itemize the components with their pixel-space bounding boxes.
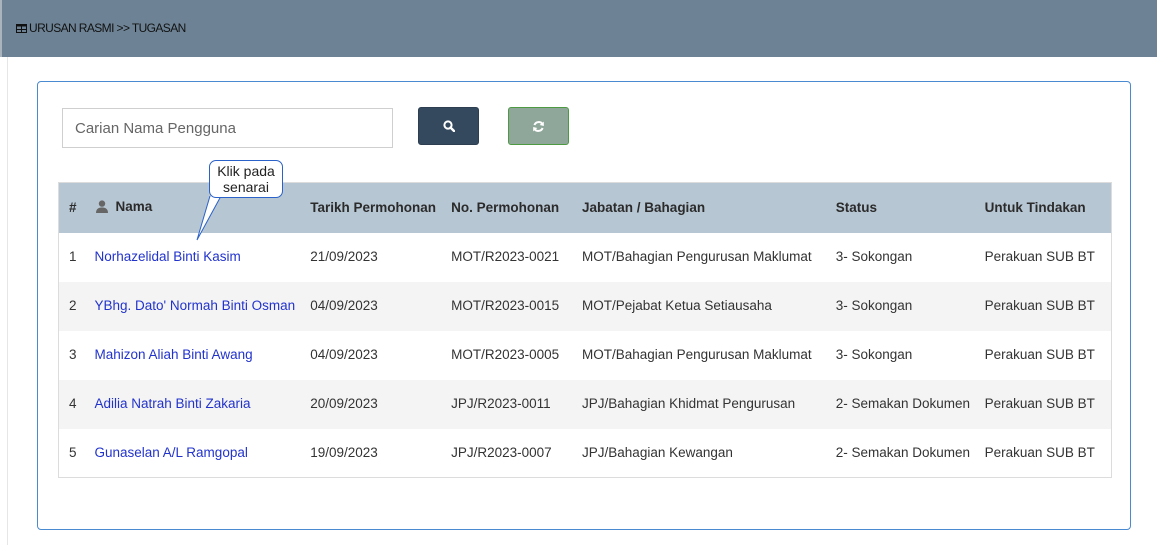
callout-line-1: Klik pada	[217, 163, 275, 179]
cell-status: 2- Semakan Dokumen	[835, 444, 971, 460]
cell-action: Perakuan SUB BT	[984, 249, 1095, 264]
cell-no: 3	[69, 347, 77, 362]
cell-date: 20/09/2023	[310, 396, 378, 411]
cell-name: Mahizon Aliah Binti Awang	[85, 331, 306, 380]
cell-dept: JPJ/Bahagian Kewangan	[582, 444, 733, 460]
table-row[interactable]: 3 Mahizon Aliah Binti Awang 04/09/2023 M…	[59, 331, 1112, 380]
breadcrumb: URUSAN RASMI >> TUGASAN	[16, 21, 186, 35]
header-no: #	[69, 199, 77, 215]
callout-line-2: senarai	[223, 179, 269, 195]
magnifier-icon	[442, 120, 455, 132]
cell-app-no: MOT/R2023-0015	[451, 298, 560, 313]
cell-app-no: MOT/R2023-0005	[451, 347, 560, 362]
cell-name: Gunaselan A/L Ramgopal	[85, 429, 306, 478]
cell-status: 3- Sokongan	[835, 249, 913, 264]
name-link[interactable]: Adilia Natrah Binti Zakaria	[94, 396, 250, 411]
cell-app-no: JPJ/R2023-0007	[451, 444, 552, 460]
cell-dept: JPJ/Bahagian Khidmat Pengurusan	[582, 396, 796, 411]
table-grid-icon	[16, 23, 27, 33]
search-button[interactable]	[418, 107, 479, 145]
breadcrumb-text[interactable]: URUSAN RASMI >> TUGASAN	[29, 21, 186, 35]
cell-app-no: MOT/R2023-0021	[451, 249, 560, 264]
header-status[interactable]: Status	[832, 183, 981, 233]
header-date[interactable]: Tarikh Permohonan	[306, 183, 447, 233]
table-row[interactable]: 2 YBhg. Dato' Normah Binti Osman 04/09/2…	[58, 281, 1112, 331]
cell-no: 4	[69, 396, 77, 411]
refresh-icon	[533, 120, 544, 132]
cell-no: 5	[69, 444, 77, 460]
cell-action: Perakuan SUB BT	[984, 347, 1095, 362]
cell-action: Perakuan SUB BT	[984, 444, 1095, 460]
name-link[interactable]: Norhazelidal Binti Kasim	[94, 249, 240, 264]
name-link[interactable]: Mahizon Aliah Binti Awang	[94, 347, 252, 362]
cell-dept: MOT/Bahagian Pengurusan Maklumat	[582, 249, 812, 264]
top-bar: URUSAN RASMI >> TUGASAN	[0, 0, 1157, 57]
cell-date: 21/09/2023	[310, 249, 378, 264]
left-divider	[7, 57, 8, 545]
search-input[interactable]	[62, 108, 393, 148]
table-row[interactable]: 5 Gunaselan A/L Ramgopal 19/09/2023 JPJ/…	[58, 429, 1112, 478]
cell-status: 3- Sokongan	[835, 298, 913, 313]
header-name-label: Nama	[115, 198, 153, 214]
cell-no: 2	[69, 298, 77, 313]
header-dept[interactable]: Jabatan / Bahagian	[578, 183, 832, 233]
callout-pointer	[196, 196, 222, 241]
cell-name: YBhg. Dato' Normah Binti Osman	[85, 282, 306, 331]
reset-button[interactable]	[508, 107, 569, 145]
cell-dept: MOT/Bahagian Pengurusan Maklumat	[582, 347, 812, 362]
cell-app-no: JPJ/R2023-0011	[451, 396, 551, 411]
user-icon	[96, 200, 109, 213]
cell-no: 1	[69, 249, 77, 264]
cell-status: 2- Semakan Dokumen	[835, 396, 971, 411]
table-row[interactable]: 4 Adilia Natrah Binti Zakaria 20/09/2023…	[58, 379, 1112, 429]
cell-date: 04/09/2023	[310, 298, 378, 313]
cell-status: 3- Sokongan	[835, 347, 913, 362]
header-app-no[interactable]: No. Permohonan	[447, 183, 578, 233]
cell-date: 04/09/2023	[310, 347, 378, 362]
cell-name: Adilia Natrah Binti Zakaria	[85, 380, 306, 429]
name-link[interactable]: Gunaselan A/L Ramgopal	[94, 445, 247, 460]
cell-action: Perakuan SUB BT	[984, 298, 1095, 313]
cell-date: 19/09/2023	[310, 444, 378, 460]
cell-action: Perakuan SUB BT	[984, 396, 1095, 411]
cell-dept: MOT/Pejabat Ketua Setiausaha	[582, 298, 772, 313]
name-link[interactable]: YBhg. Dato' Normah Binti Osman	[94, 298, 295, 313]
tooltip-callout: Klik pada senarai	[209, 160, 283, 198]
header-action[interactable]: Untuk Tindakan	[981, 183, 1112, 233]
